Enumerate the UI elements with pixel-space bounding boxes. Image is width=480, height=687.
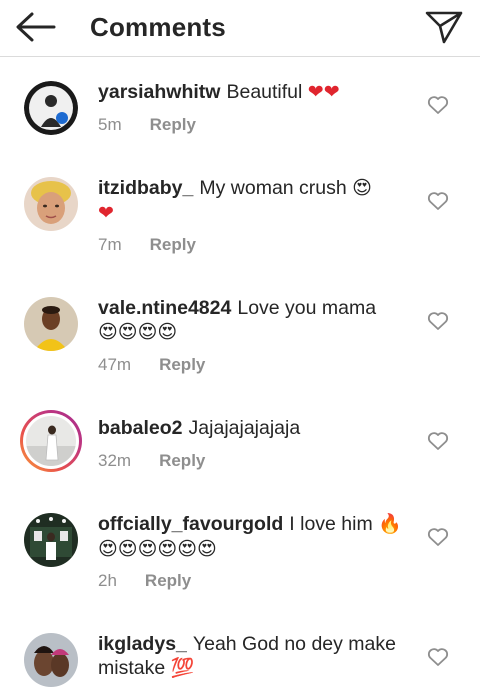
comment-text: offcially_favourgold I love him 🔥 😍😍😍😍😍😍 (98, 512, 408, 562)
like-button[interactable] (427, 95, 449, 115)
emoji: 😍😍😍😍 (98, 322, 178, 343)
comment-body: Love you mama (237, 297, 377, 319)
emoji: 😍 (352, 178, 372, 199)
comment-timestamp: 2h (98, 571, 117, 590)
comment-meta: 2h Reply (98, 571, 191, 591)
avatar[interactable] (24, 633, 78, 687)
heart-outline-icon (427, 312, 449, 330)
share-button[interactable] (424, 9, 464, 45)
comment-meta: 5m Reply (98, 115, 196, 135)
like-button[interactable] (427, 527, 449, 547)
comment-text: itzidbaby_ My woman crush 😍 ❤ (98, 176, 408, 226)
heart-emoji: ❤❤ (307, 82, 340, 103)
avatar-ring-gap (23, 413, 79, 469)
comment-username[interactable]: ikgladys_ (98, 633, 187, 655)
comment-body: My woman crush (199, 177, 347, 199)
comment-meta: 47m Reply (98, 355, 205, 375)
avatar-story-ring[interactable] (20, 410, 82, 472)
heart-outline-icon (427, 432, 449, 450)
heart-outline-icon (427, 648, 449, 666)
comment-username[interactable]: itzidbaby_ (98, 177, 193, 199)
reply-button[interactable]: Reply (159, 451, 205, 471)
comment-body: Beautiful (226, 81, 303, 103)
fire-emoji: 🔥 (378, 514, 402, 535)
avatar (26, 416, 76, 466)
page-title: Comments (90, 12, 226, 42)
comment-text: babaleo2 Jajajajajajaja (98, 416, 408, 440)
top-bar: Comments (0, 0, 480, 57)
avatar[interactable] (24, 177, 78, 231)
reply-button[interactable]: Reply (150, 115, 196, 135)
avatar[interactable] (24, 81, 78, 135)
comment-username[interactable]: babaleo2 (98, 417, 183, 439)
comment-username[interactable]: vale.ntine4824 (98, 297, 231, 319)
comment-text: yarsiahwhitw Beautiful ❤❤ (98, 80, 408, 105)
comment-body: Yeah God no dey make (192, 633, 396, 655)
comment-username[interactable]: offcially_favourgold (98, 513, 283, 535)
comment-timestamp: 47m (98, 355, 132, 374)
comment-username[interactable]: yarsiahwhitw (98, 81, 220, 103)
reply-button[interactable]: Reply (159, 355, 205, 375)
hundred-emoji: 💯 (170, 658, 195, 679)
comment-body-continued: mistake (98, 657, 166, 679)
reply-button[interactable]: Reply (145, 571, 191, 591)
comment-meta: 32m Reply (98, 451, 205, 471)
comment-text: ikgladys_ Yeah God no dey make mistake 💯 (98, 632, 408, 681)
emoji: 😍😍😍😍😍😍 (98, 539, 217, 560)
comment-timestamp: 7m (98, 235, 122, 254)
heart-outline-icon (427, 96, 449, 114)
avatar[interactable] (24, 513, 78, 567)
comment-timestamp: 5m (98, 115, 122, 134)
back-button[interactable] (14, 10, 58, 44)
like-button[interactable] (427, 431, 449, 451)
comment-text: vale.ntine4824 Love you mama 😍😍😍😍 (98, 296, 408, 345)
heart-emoji: ❤ (98, 203, 114, 224)
heart-outline-icon (427, 192, 449, 210)
arrow-left-icon (16, 12, 56, 42)
comment-meta: 7m Reply (98, 235, 196, 255)
heart-outline-icon (427, 528, 449, 546)
paper-plane-icon (425, 11, 463, 44)
reply-button[interactable]: Reply (150, 235, 196, 255)
comment-timestamp: 32m (98, 451, 132, 470)
like-button[interactable] (427, 647, 449, 667)
like-button[interactable] (427, 191, 449, 211)
comment-body: I love him (289, 513, 373, 535)
like-button[interactable] (427, 311, 449, 331)
comment-body: Jajajajajajaja (188, 417, 301, 439)
avatar[interactable] (24, 297, 78, 351)
